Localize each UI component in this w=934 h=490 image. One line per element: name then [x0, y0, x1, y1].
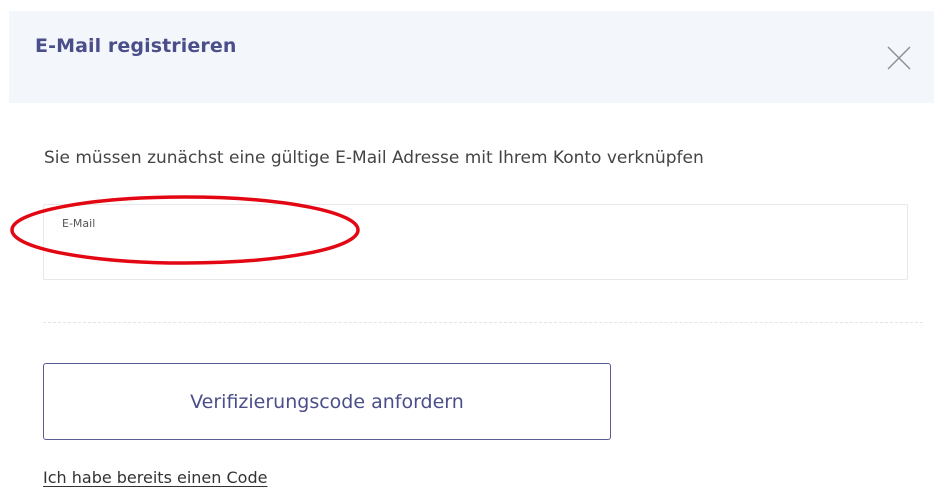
- close-icon: [887, 46, 911, 70]
- have-code-link[interactable]: Ich habe bereits einen Code: [43, 468, 267, 487]
- intro-text: Sie müssen zunächst eine gültige E-Mail …: [44, 148, 704, 168]
- close-button[interactable]: [886, 45, 912, 71]
- section-divider: [43, 322, 923, 323]
- email-field[interactable]: E-Mail: [43, 204, 908, 280]
- register-email-dialog: E-Mail registrieren Sie müssen zunächst …: [0, 0, 934, 490]
- dialog-header: [9, 11, 934, 103]
- email-input[interactable]: [61, 237, 891, 267]
- dialog-title: E-Mail registrieren: [35, 35, 237, 57]
- request-code-button[interactable]: Verifizierungscode anfordern: [43, 363, 611, 440]
- email-field-label: E-Mail: [62, 217, 96, 230]
